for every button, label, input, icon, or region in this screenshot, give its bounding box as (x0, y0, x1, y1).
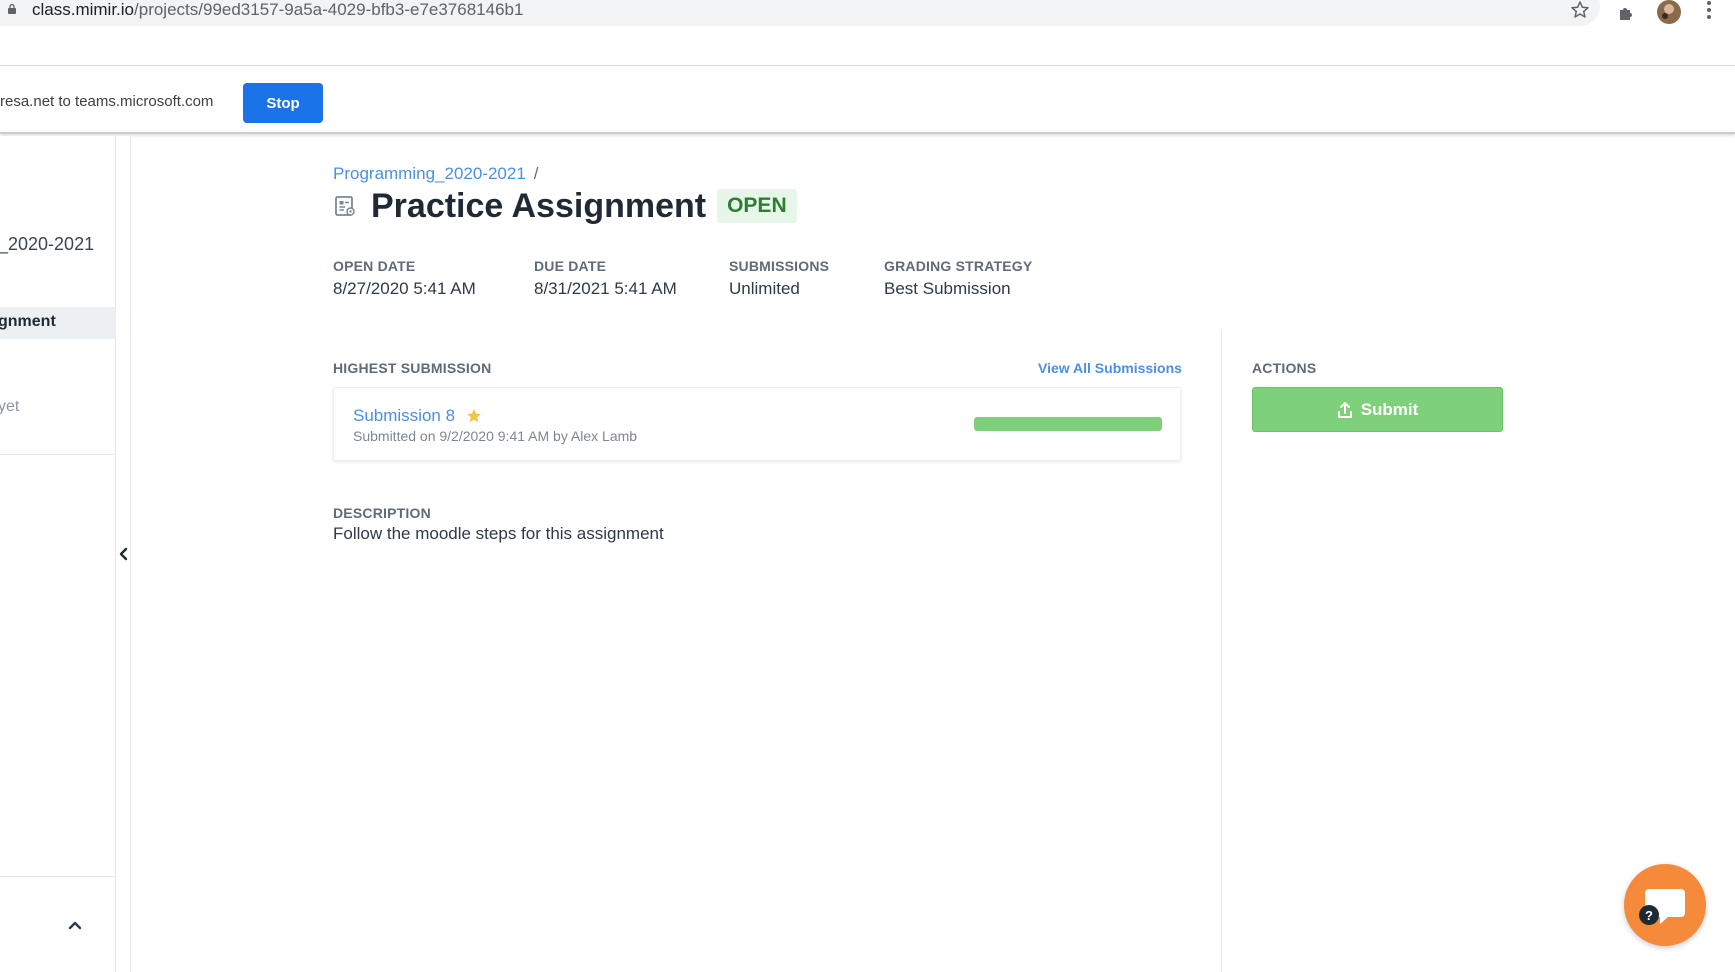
page-title: Practice Assignment (371, 186, 707, 225)
screen-share-bar: resa.net to teams.microsoft.com Stop (0, 66, 1735, 134)
browser-toolbar: class.mimir.io/projects/99ed3157-9a5a-40… (0, 0, 1735, 66)
open-date-label: OPEN DATE (333, 258, 416, 274)
bookmark-star-icon[interactable] (1568, 0, 1592, 22)
assignment-icon (335, 196, 355, 216)
grading-strategy-block: GRADING STRATEGY Best Submission (884, 258, 1032, 299)
sidebar-item-label: gnment (0, 313, 56, 330)
upload-icon (1337, 401, 1352, 418)
url-path: /projects/99ed3157-9a5a-4029-bfb3-e7e376… (134, 0, 524, 19)
submissions-value: Unlimited (729, 279, 800, 298)
highest-submission-label: HIGHEST SUBMISSION (333, 360, 492, 376)
chevron-left-icon[interactable] (117, 545, 131, 563)
submissions-label: SUBMISSIONS (729, 258, 830, 274)
open-date-value: 8/27/2020 5:41 AM (333, 279, 476, 298)
url-text: class.mimir.io/projects/99ed3157-9a5a-40… (32, 0, 523, 20)
url-host: class.mimir.io (32, 0, 135, 19)
sidebar-divider (0, 454, 116, 455)
description-text: Follow the moodle steps for this assignm… (333, 524, 664, 543)
chat-help-icon: ? (1639, 889, 1685, 925)
breadcrumb-separator: / (533, 164, 539, 183)
open-date-block: OPEN DATE 8/27/2020 5:41 AM (333, 258, 476, 299)
sidebar-divider (0, 876, 116, 877)
description-label: DESCRIPTION (333, 505, 431, 521)
more-menu-icon[interactable] (1697, 0, 1721, 22)
due-date-block: DUE DATE 8/31/2021 5:41 AM (534, 258, 677, 299)
submission-card[interactable]: Submission 8 Submitted on 9/2/2020 9:41 … (333, 387, 1181, 461)
actions-label: ACTIONS (1252, 360, 1317, 376)
submissions-block: SUBMISSIONS Unlimited (729, 258, 829, 299)
help-chat-button[interactable]: ? (1624, 864, 1706, 946)
submit-button-label: Submit (1360, 399, 1419, 419)
submit-button[interactable]: Submit (1252, 387, 1503, 432)
due-date-label: DUE DATE (534, 258, 607, 274)
breadcrumb: Programming_2020-2021 / (333, 164, 539, 184)
submission-meta: Submitted on 9/2/2020 9:41 AM by Alex La… (353, 428, 638, 444)
sidebar-course-name[interactable]: _2020-2021 (0, 234, 94, 255)
page-header: Practice Assignment OPEN (333, 186, 797, 226)
address-bar[interactable]: class.mimir.io/projects/99ed3157-9a5a-40… (0, 0, 1600, 26)
extensions-icon[interactable] (1615, 0, 1639, 24)
status-badge: OPEN (717, 189, 797, 223)
stop-sharing-button[interactable]: Stop (243, 83, 323, 123)
breadcrumb-course-link[interactable]: Programming_2020-2021 (333, 164, 526, 183)
view-all-submissions-link[interactable]: View All Submissions (1038, 360, 1182, 376)
sidebar-item-assignment[interactable]: gnment (0, 307, 116, 339)
svg-text:?: ? (1645, 908, 1653, 923)
submission-progress-bar (974, 417, 1162, 431)
column-divider (1221, 330, 1222, 972)
share-status-text: resa.net to teams.microsoft.com (0, 93, 214, 110)
chevron-up-icon[interactable] (66, 916, 84, 934)
sidebar-item-muted: yet (0, 398, 20, 415)
due-date-value: 8/31/2021 5:41 AM (534, 279, 677, 298)
profile-avatar[interactable] (1655, 0, 1683, 26)
course-sidebar: _2020-2021 gnment yet (0, 136, 116, 972)
star-icon (467, 409, 481, 423)
grading-strategy-label: GRADING STRATEGY (884, 258, 1033, 274)
lock-icon (8, 4, 16, 14)
submission-name-link[interactable]: Submission 8 (353, 406, 455, 426)
progress-fill (974, 417, 1162, 431)
grading-strategy-value: Best Submission (884, 279, 1011, 298)
